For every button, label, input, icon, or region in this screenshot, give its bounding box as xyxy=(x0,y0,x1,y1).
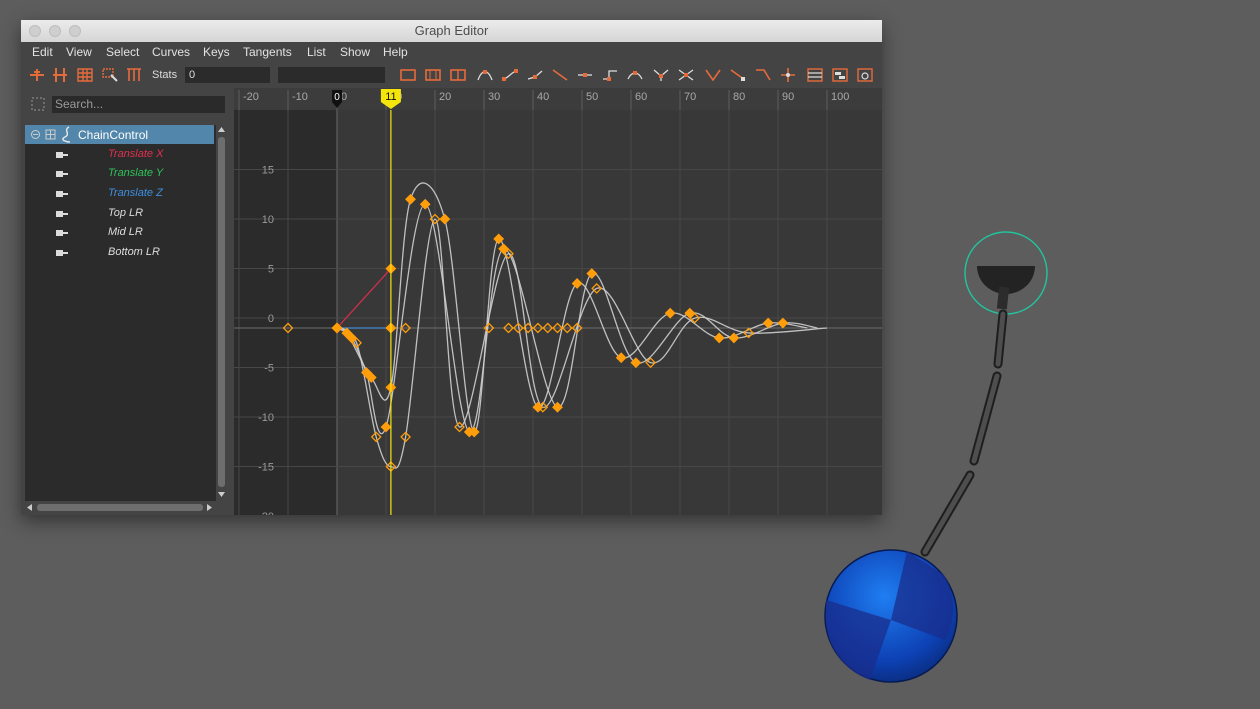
chain-link-bottom[interactable] xyxy=(920,470,975,557)
pivot-cap[interactable] xyxy=(977,266,1035,310)
chain-link-mid[interactable] xyxy=(969,371,1002,466)
viewport-scene[interactable] xyxy=(0,0,1260,709)
pendulum-ball[interactable] xyxy=(824,549,958,683)
chain-link-top[interactable] xyxy=(993,309,1008,369)
